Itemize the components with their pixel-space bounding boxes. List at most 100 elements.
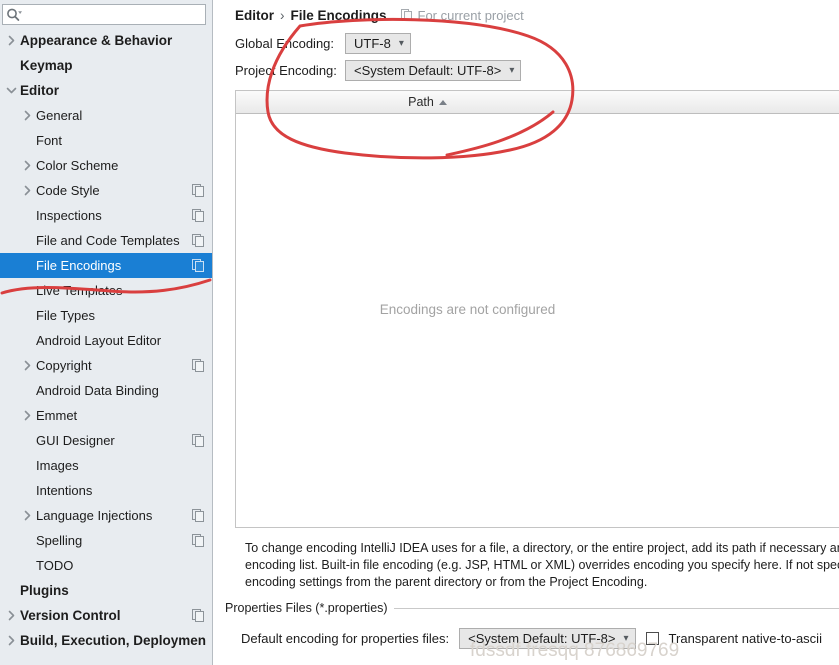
global-encoding-label: Global Encoding:	[235, 36, 335, 51]
sidebar-item-version-control[interactable]: Version Control	[0, 603, 212, 628]
sidebar-search-area	[0, 0, 212, 28]
global-encoding-dropdown[interactable]: UTF-8 ▾	[345, 33, 411, 54]
sidebar-item-emmet[interactable]: Emmet	[0, 403, 212, 428]
sidebar-item-build-execution-deployment[interactable]: Build, Execution, Deployment	[0, 628, 212, 653]
properties-files-title: Properties Files (*.properties)	[225, 601, 839, 615]
sidebar-item-color-scheme[interactable]: Color Scheme	[0, 153, 212, 178]
project-scope-icon	[192, 233, 206, 248]
project-encoding-dropdown[interactable]: <System Default: UTF-8> ▾	[345, 60, 522, 81]
sidebar-item-label: Plugins	[20, 583, 69, 598]
sidebar-item-label: Live Templates	[36, 283, 123, 298]
chevron-right-icon[interactable]	[18, 160, 36, 171]
sidebar-item-intentions[interactable]: Intentions	[0, 478, 212, 503]
chevron-right-icon[interactable]	[18, 185, 36, 196]
sidebar-item-file-types[interactable]: File Types	[0, 303, 212, 328]
transparent-native-to-ascii-checkbox[interactable]	[645, 632, 659, 645]
project-scope-icon	[192, 183, 206, 198]
project-scope-icon	[192, 358, 206, 373]
chevron-right-icon[interactable]	[18, 360, 36, 371]
transparent-native-to-ascii-label: Transparent native-to-ascii	[668, 631, 822, 646]
sidebar-item-images[interactable]: Images	[0, 453, 212, 478]
global-encoding-row: Global Encoding: UTF-8 ▾	[223, 30, 839, 57]
sidebar-item-inspections[interactable]: Inspections	[0, 203, 212, 228]
project-scope-icon	[192, 533, 206, 548]
sidebar-item-label: Images	[36, 458, 79, 473]
chevron-down-icon: ▾	[398, 37, 404, 49]
chevron-right-icon[interactable]	[2, 610, 20, 621]
sidebar-item-label: Color Scheme	[36, 158, 119, 173]
sidebar-item-label: Build, Execution, Deployment	[20, 633, 206, 648]
properties-files-group: Properties Files (*.properties) Default …	[225, 601, 839, 649]
project-scope-icon	[192, 258, 206, 273]
properties-files-title-label: Properties Files (*.properties)	[225, 601, 388, 615]
sidebar-item-copyright[interactable]: Copyright	[0, 353, 212, 378]
search-box[interactable]	[2, 3, 206, 25]
sidebar-item-label: Android Data Binding	[36, 383, 159, 398]
sidebar-item-label: File and Code Templates	[36, 233, 180, 248]
group-divider	[393, 607, 839, 609]
sidebar-item-label: Spelling	[36, 533, 83, 548]
search-input[interactable]	[23, 5, 205, 23]
sidebar-item-label: General	[36, 108, 83, 123]
sidebar-item-label: File Encodings	[36, 258, 122, 273]
search-icon[interactable]	[5, 6, 23, 23]
sidebar-item-file-encodings[interactable]: File Encodings	[0, 253, 212, 278]
sidebar-item-file-and-code-templates[interactable]: File and Code Templates	[0, 228, 212, 253]
scope-note: For current project	[400, 7, 524, 23]
chevron-right-icon[interactable]	[18, 110, 36, 121]
sidebar-item-spelling[interactable]: Spelling	[0, 528, 212, 553]
project-scope-icon	[192, 508, 206, 523]
scope-note-label: For current project	[417, 7, 524, 23]
sidebar-item-label: Android Layout Editor	[36, 333, 162, 348]
default-properties-encoding-value: <System Default: UTF-8>	[468, 631, 616, 646]
table-empty-message: Encodings are not configured	[379, 301, 556, 317]
breadcrumb-separator: ›	[280, 7, 285, 23]
sidebar-item-android-layout-editor[interactable]: Android Layout Editor	[0, 328, 212, 353]
sidebar-item-label: Code Style	[36, 183, 100, 198]
sidebar-item-label: Language Injections	[36, 508, 153, 523]
sidebar-item-label: GUI Designer	[36, 433, 115, 448]
project-encoding-row: Project Encoding: <System Default: UTF-8…	[223, 57, 839, 84]
chevron-down-icon: ▾	[509, 64, 515, 76]
sidebar-item-label: Emmet	[36, 408, 78, 423]
sidebar-item-android-data-binding[interactable]: Android Data Binding	[0, 378, 212, 403]
chevron-right-icon[interactable]	[2, 35, 20, 46]
default-properties-encoding-dropdown[interactable]: <System Default: UTF-8> ▾	[459, 628, 636, 649]
sidebar-item-label: File Types	[36, 308, 96, 323]
sidebar-item-label: Inspections	[36, 208, 102, 223]
sidebar-item-keymap[interactable]: Keymap	[0, 53, 212, 78]
sidebar-item-appearance-behavior[interactable]: Appearance & Behavior	[0, 28, 212, 53]
project-encoding-label: Project Encoding:	[235, 63, 337, 78]
sidebar-item-font[interactable]: Font	[0, 128, 212, 153]
chevron-down-icon[interactable]	[2, 86, 20, 95]
project-encoding-value: <System Default: UTF-8>	[354, 63, 502, 78]
chevron-right-icon[interactable]	[2, 635, 20, 646]
sidebar-item-live-templates[interactable]: Live Templates	[0, 278, 212, 303]
sidebar-item-label: Editor	[20, 83, 59, 98]
sidebar-item-gui-designer[interactable]: GUI Designer	[0, 428, 212, 453]
encodings-table[interactable]: Path Encodings are not configured	[235, 90, 839, 528]
sidebar-item-label: Font	[36, 133, 63, 148]
breadcrumb-parent[interactable]: Editor	[235, 8, 274, 23]
chevron-right-icon[interactable]	[18, 510, 36, 521]
breadcrumb-current: File Encodings	[290, 7, 387, 23]
sidebar-item-editor[interactable]: Editor	[0, 78, 212, 103]
chevron-right-icon[interactable]	[18, 410, 36, 421]
sidebar-item-general[interactable]: General	[0, 103, 212, 128]
sidebar-item-plugins[interactable]: Plugins	[0, 578, 212, 603]
settings-main-panel: Editor › File Encodings For current proj…	[213, 0, 839, 665]
project-scope-icon	[192, 433, 206, 448]
sidebar-item-label: Keymap	[20, 58, 73, 73]
chevron-down-icon: ▾	[623, 632, 629, 644]
encodings-description: To change encoding IntelliJ IDEA uses fo…	[245, 541, 839, 589]
properties-files-body: Default encoding for properties files: <…	[225, 628, 839, 649]
sidebar-item-code-style[interactable]: Code Style	[0, 178, 212, 203]
sidebar-item-language-injections[interactable]: Language Injections	[0, 503, 212, 528]
settings-tree: Appearance & Behavior Keymap Editor General…	[0, 28, 212, 653]
sidebar-item-label: Appearance & Behavior	[20, 33, 173, 48]
default-properties-encoding-label: Default encoding for properties files:	[241, 631, 450, 646]
sidebar-item-label: TODO	[36, 558, 74, 573]
global-encoding-value: UTF-8	[354, 36, 391, 51]
sidebar-item-label: Copyright	[36, 358, 92, 373]
sidebar-item-todo[interactable]: TODO	[0, 553, 212, 578]
